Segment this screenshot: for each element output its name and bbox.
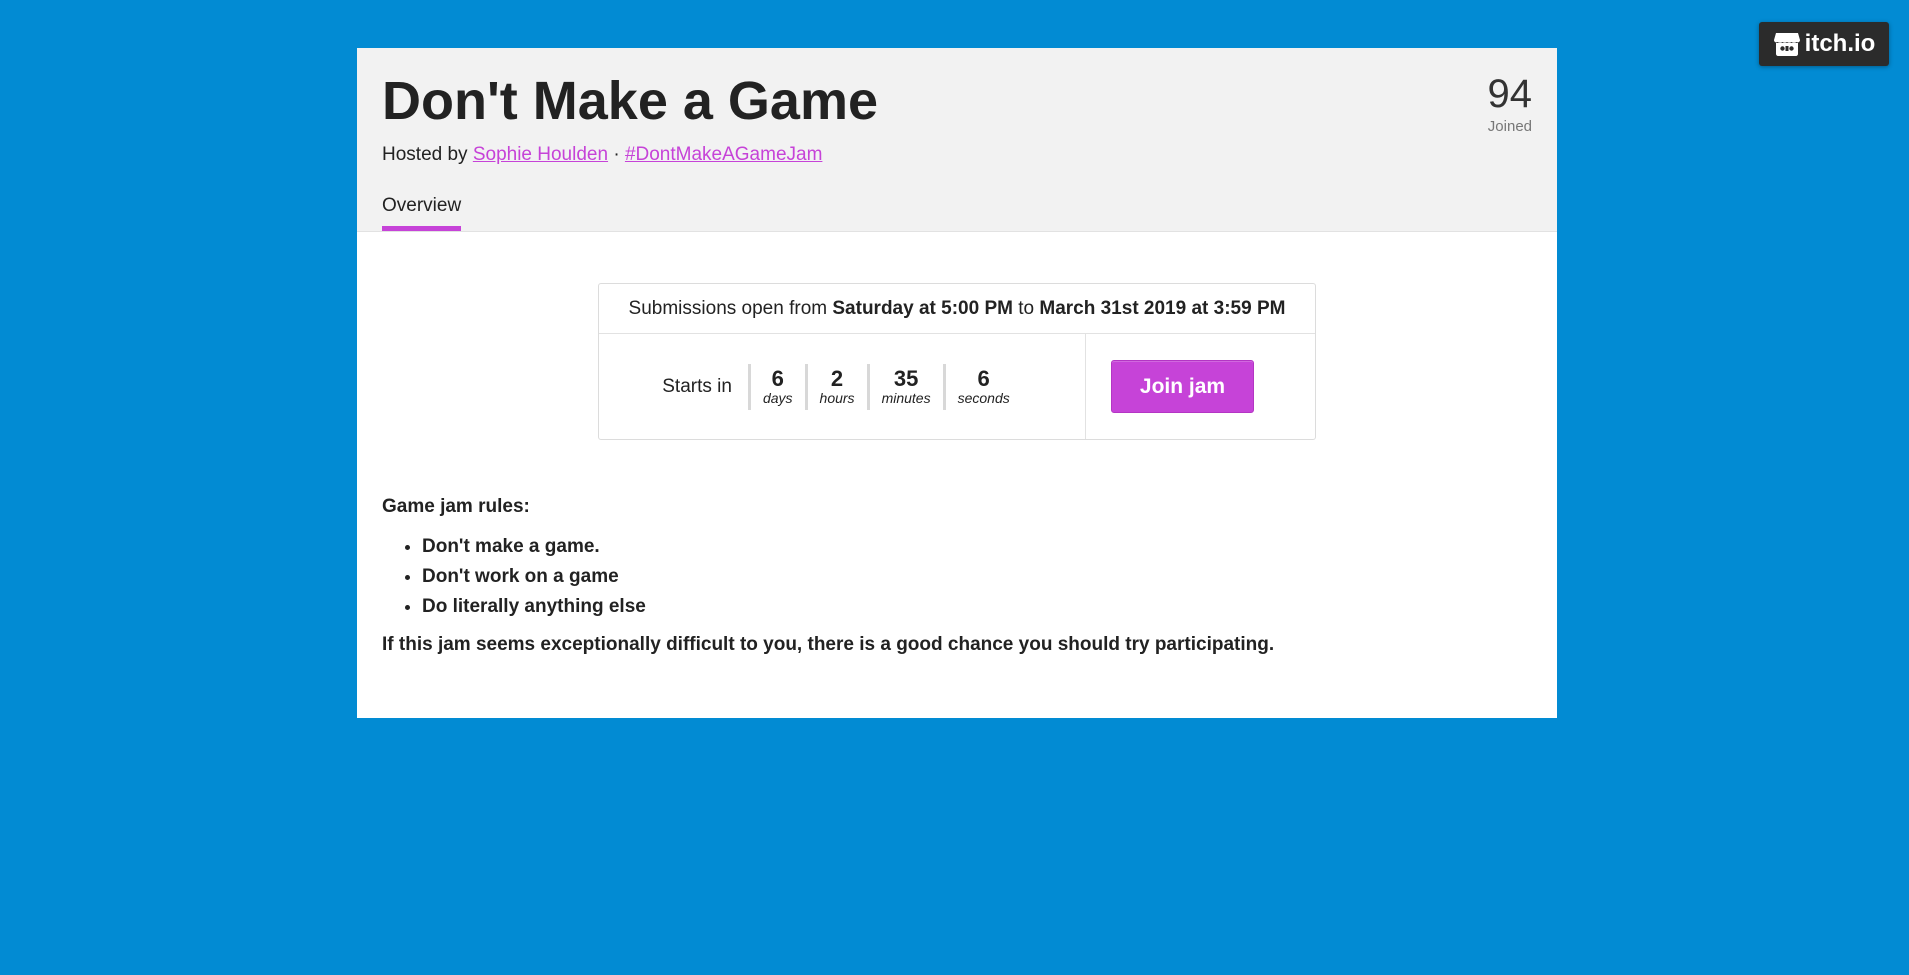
hours-value: 2 — [830, 365, 844, 391]
jam-rules: Game jam rules: Don't make a game. Don't… — [382, 496, 1532, 656]
itchio-brand-label: itch.io — [1804, 30, 1876, 57]
countdown: Starts in 6 days 2 hours 35 minutes 6 se… — [599, 334, 1086, 439]
days-value: 6 — [771, 365, 784, 391]
join-jam-button[interactable]: Join jam — [1111, 360, 1254, 413]
jam-title: Don't Make a Game — [382, 71, 878, 131]
hosted-by-line: Hosted by Sophie Houlden · #DontMakeAGam… — [382, 144, 822, 166]
countdown-days: 6 days — [747, 363, 805, 410]
jam-page: Don't Make a Game Hosted by Sophie Hould… — [357, 48, 1557, 718]
seconds-value: 6 — [977, 365, 990, 391]
joined-label: Joined — [1487, 118, 1532, 135]
minutes-value: 35 — [893, 365, 919, 391]
tab-overview[interactable]: Overview — [382, 195, 462, 231]
jam-schedule-box: Submissions open from Saturday at 5:00 P… — [598, 283, 1316, 440]
countdown-seconds: 6 seconds — [942, 363, 1022, 410]
itchio-badge[interactable]: itch.io — [1759, 22, 1889, 66]
rule-item: Do literally anything else — [422, 592, 1532, 622]
itchio-logo-icon — [1773, 33, 1800, 56]
submissions-end: March 31st 2019 at 3:59 PM — [1039, 297, 1286, 319]
submissions-start: Saturday at 5:00 PM — [832, 297, 1013, 319]
host-link[interactable]: Sophie Houlden — [473, 144, 608, 165]
minutes-label: minutes — [881, 390, 931, 407]
joined-stat[interactable]: 94 Joined — [1488, 74, 1533, 135]
submissions-to: to — [1018, 297, 1035, 319]
separator-dot: · — [613, 144, 620, 165]
hashtag-link[interactable]: #DontMakeAGameJam — [625, 144, 822, 165]
submission-dates: Submissions open from Saturday at 5:00 P… — [599, 284, 1315, 334]
countdown-hours: 2 hours — [804, 363, 867, 410]
rule-item: Don't make a game. — [422, 532, 1532, 562]
starts-in-label: Starts in — [662, 375, 732, 397]
rules-list: Don't make a game. Don't work on a game … — [382, 532, 1532, 622]
rules-heading: Game jam rules: — [382, 496, 530, 517]
join-area: Join jam — [1086, 334, 1315, 439]
days-label: days — [762, 390, 793, 407]
joined-count: 94 — [1487, 72, 1533, 116]
hosted-by-prefix: Hosted by — [382, 144, 468, 165]
countdown-row: Starts in 6 days 2 hours 35 minutes 6 se… — [599, 334, 1315, 439]
seconds-label: seconds — [957, 390, 1010, 407]
countdown-minutes: 35 minutes — [866, 363, 943, 410]
submissions-prefix: Submissions open from — [628, 297, 828, 319]
rule-item: Don't work on a game — [422, 562, 1532, 592]
jam-header: Don't Make a Game Hosted by Sophie Hould… — [357, 48, 1557, 232]
hours-label: hours — [819, 390, 855, 407]
rules-footer: If this jam seems exceptionally difficul… — [382, 634, 1275, 655]
